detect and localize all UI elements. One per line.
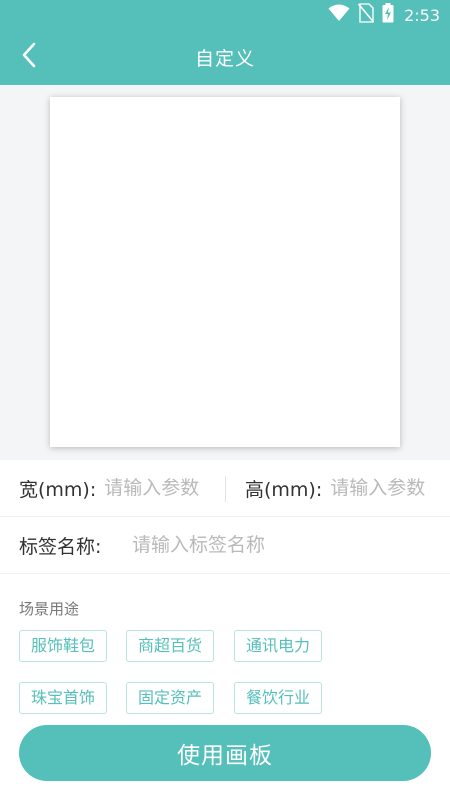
width-input[interactable] (104, 477, 223, 499)
scene-tag[interactable]: 服饰鞋包 (19, 630, 108, 662)
status-time: 2:53 (404, 5, 440, 25)
size-row: 宽(mm): 高(mm): (0, 460, 450, 517)
name-input[interactable] (132, 534, 432, 556)
use-canvas-button[interactable]: 使用画板 (19, 725, 431, 781)
page-title: 自定义 (194, 48, 255, 70)
app-header: 2:53 自定义 (0, 0, 450, 85)
title-bar: 自定义 (0, 30, 450, 85)
wifi-icon (328, 4, 350, 26)
label-canvas (50, 97, 400, 447)
width-label: 宽(mm): (19, 478, 97, 501)
scene-tag[interactable]: 珠宝首饰 (19, 682, 108, 714)
scene-tag[interactable]: 固定资产 (126, 682, 215, 714)
status-icons: 2:53 (328, 3, 440, 27)
canvas-preview-area (0, 85, 450, 460)
name-row: 标签名称: (0, 517, 450, 574)
scene-tag[interactable]: 商超百货 (126, 630, 215, 662)
scene-tag[interactable]: 通讯电力 (234, 630, 323, 662)
no-sim-icon (357, 3, 375, 27)
status-bar: 2:53 (0, 0, 450, 30)
width-cell: 宽(mm): (19, 460, 223, 516)
battery-charging-icon (382, 3, 394, 27)
height-label: 高(mm): (245, 478, 323, 501)
scene-tag[interactable]: 餐饮行业 (234, 682, 323, 714)
name-label: 标签名称: (19, 535, 102, 558)
height-input[interactable] (330, 477, 449, 499)
height-cell: 高(mm): (245, 460, 449, 516)
size-divider (225, 476, 226, 502)
scene-title: 场景用途 (19, 600, 80, 618)
